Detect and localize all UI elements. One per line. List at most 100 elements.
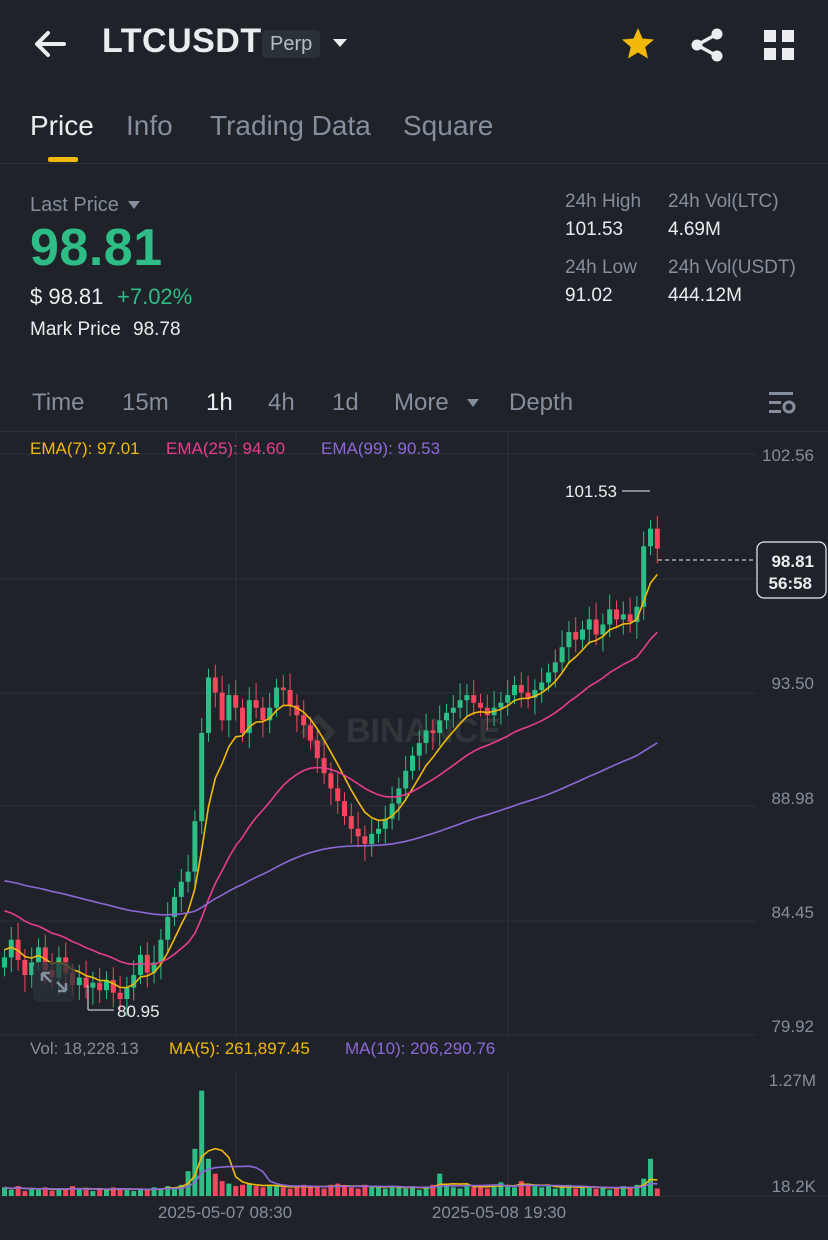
candle: [593, 619, 599, 635]
volume-bar: [131, 1191, 137, 1196]
24h-vol-usdt-label: 24h Vol(USDT): [668, 257, 796, 278]
candle: [423, 730, 429, 744]
candle: [525, 692, 531, 698]
symbol-dropdown-icon[interactable]: [330, 33, 350, 53]
volume-bar: [226, 1183, 232, 1196]
price-axis-label: 102.56: [762, 446, 814, 465]
candle: [648, 528, 653, 547]
volume-bar: [90, 1191, 96, 1196]
interval-depth[interactable]: Depth: [509, 389, 573, 417]
volume-bar: [287, 1188, 293, 1196]
candle: [403, 770, 409, 789]
candle: [22, 959, 28, 976]
chart-gridlines: [0, 432, 828, 1197]
more-dropdown-icon[interactable]: [466, 397, 480, 409]
candle: [607, 609, 613, 625]
candle: [450, 707, 456, 713]
volume-ma10-line: [4, 1165, 658, 1191]
interval-15m[interactable]: 15m: [122, 389, 169, 417]
candle: [580, 629, 585, 640]
volume-bar: [294, 1186, 300, 1196]
candle: [478, 702, 483, 708]
volume-bar: [403, 1188, 409, 1196]
volume-bar: [546, 1186, 551, 1196]
24h-low-label: 24h Low: [565, 257, 637, 278]
tab-info[interactable]: Info: [126, 110, 173, 142]
volume-axis-label: 18.2K: [772, 1177, 817, 1196]
volume-bar: [8, 1189, 14, 1196]
share-icon[interactable]: [688, 26, 726, 64]
interval-more[interactable]: More: [394, 389, 449, 417]
volume-bar: [124, 1189, 130, 1196]
interval-1d[interactable]: 1d: [332, 389, 359, 417]
volume-bar: [471, 1187, 477, 1196]
tab-square[interactable]: Square: [403, 110, 493, 142]
expand-chart-icon[interactable]: [33, 962, 75, 1002]
volume-bar: [593, 1188, 599, 1196]
volume-bar: [76, 1188, 82, 1196]
candle: [505, 695, 511, 703]
time-axis-label: 2025-05-07 08:30: [158, 1203, 292, 1222]
candle: [308, 725, 313, 741]
24h-vol-usdt-value: 444.12M: [668, 285, 742, 306]
24h-vol-ltc-label: 24h Vol(LTC): [668, 191, 779, 212]
candle: [362, 836, 368, 844]
tab-trading-data[interactable]: Trading Data: [210, 110, 371, 142]
volume-bar: [396, 1187, 402, 1196]
volume-bar: [233, 1186, 239, 1196]
favorite-star-icon[interactable]: [620, 26, 656, 62]
symbol-title[interactable]: LTCUSDT: [102, 22, 262, 61]
candle: [165, 917, 171, 940]
volume-bar: [389, 1186, 395, 1196]
interval-time[interactable]: Time: [32, 389, 84, 417]
volume-bars: [2, 1090, 660, 1196]
candle-countdown: 56:58: [769, 574, 812, 593]
tab-price[interactable]: Price: [30, 110, 94, 142]
volume-bar: [559, 1187, 565, 1196]
mark-price-label: Mark Price: [30, 319, 121, 340]
candle: [369, 833, 375, 844]
grid-menu-icon[interactable]: [762, 28, 796, 62]
chart-settings-icon[interactable]: [766, 388, 798, 418]
candlestick-chart[interactable]: BINANCE EMA(7): 97.01 EMA(25): 94.60 EMA…: [0, 432, 828, 1240]
back-arrow-icon[interactable]: [30, 24, 70, 64]
candle: [600, 624, 606, 635]
candle: [2, 957, 7, 968]
volume-bar: [260, 1187, 266, 1196]
volume-bar: [274, 1186, 279, 1196]
volume-bar: [212, 1173, 218, 1196]
volume-bar: [376, 1187, 381, 1196]
last-price-dropdown-icon[interactable]: [126, 198, 142, 212]
high-marker-label: 101.53: [565, 482, 617, 501]
volume-label: Vol: 18,228.13: [30, 1039, 139, 1058]
volume-bar: [457, 1188, 463, 1196]
volume-bar: [70, 1186, 75, 1196]
24h-low-value: 91.02: [565, 285, 613, 306]
volume-bar: [144, 1189, 150, 1196]
ema25-label: EMA(25): 94.60: [166, 439, 285, 458]
volume-bar: [539, 1187, 545, 1196]
candle: [233, 695, 239, 708]
ema-lines: [4, 573, 658, 1191]
interval-1h[interactable]: 1h: [206, 389, 233, 417]
ema7-label: EMA(7): 97.01: [30, 439, 140, 458]
candle: [260, 707, 266, 721]
24h-high-value: 101.53: [565, 219, 624, 240]
candle: [314, 740, 320, 759]
candle: [376, 828, 381, 834]
candle: [410, 755, 415, 771]
candle: [117, 992, 123, 1000]
candle: [457, 700, 463, 708]
candle: [158, 939, 164, 963]
usd-price-value: $ 98.81: [30, 284, 104, 309]
candle: [573, 632, 579, 640]
volume-bar: [552, 1188, 558, 1196]
volume-bar: [580, 1187, 585, 1196]
candle: [539, 682, 545, 691]
interval-4h[interactable]: 4h: [268, 389, 295, 417]
last-price-label[interactable]: Last Price: [30, 194, 119, 217]
header-bar: LTCUSDT Perp: [0, 0, 828, 90]
candle: [416, 743, 422, 756]
candle: [274, 687, 279, 708]
candle: [566, 632, 572, 648]
